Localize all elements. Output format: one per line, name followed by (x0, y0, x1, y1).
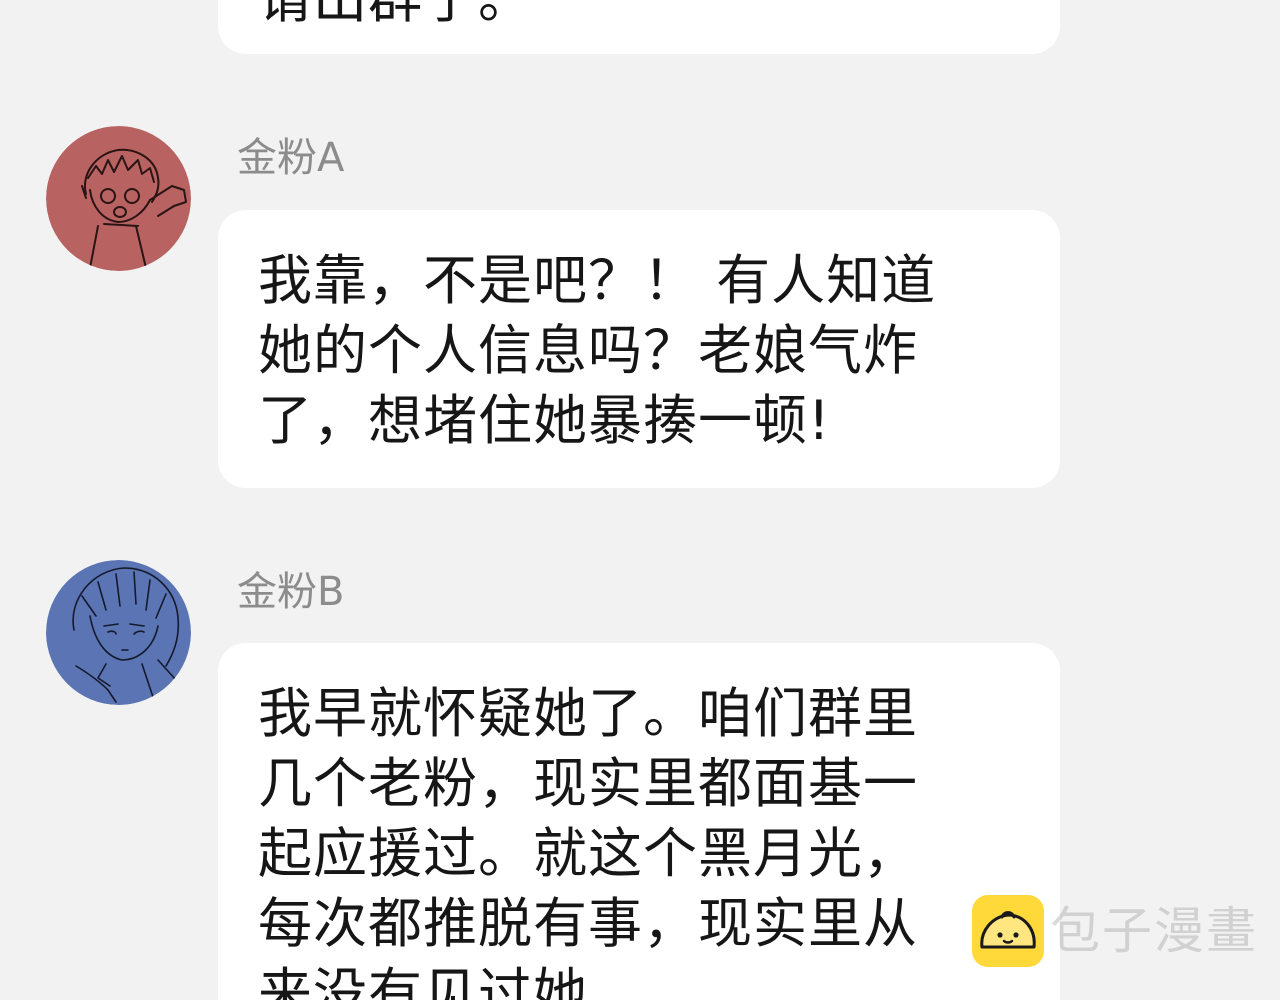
sender-name-jinfen-b: 金粉B (237, 569, 345, 615)
watermark-text: 包子漫畫 (1050, 902, 1258, 960)
message-text-3: 我早就怀疑她了。咱们群里 几个老粉，现实里都面基一 起应援过。就这个黑月光， 每… (258, 682, 918, 1000)
message-bubble-2: 我靠，不是吧？！ 有人知道 她的个人信息吗？老娘气炸 了，想堵住她暴揍一顿! (218, 210, 1060, 488)
baozi-logo-icon (972, 895, 1044, 967)
chat-screen: 请出群了。 金粉A 我靠，不是吧？！ 有人知道 她的个人信息吗？老娘气炸 了，想… (0, 0, 1280, 1000)
message-text-2: 我靠，不是吧？！ 有人知道 她的个人信息吗？老娘气炸 了，想堵住她暴揍一顿! (258, 249, 937, 452)
message-bubble-3: 我早就怀疑她了。咱们群里 几个老粉，现实里都面基一 起应援过。就这个黑月光， 每… (218, 643, 1060, 1000)
sender-name-jinfen-a: 金粉A (237, 135, 345, 181)
avatar-jinfen-a[interactable] (46, 126, 191, 271)
message-bubble-1: 请出群了。 (218, 0, 1060, 54)
baozi-watermark: 包子漫畫 (972, 895, 1262, 970)
message-text-1: 请出群了。 (258, 0, 1000, 34)
avatar-blue-boy-sketch-icon (46, 560, 191, 705)
avatar-red-boy-sketch-icon (46, 126, 191, 271)
avatar-jinfen-b[interactable] (46, 560, 191, 705)
